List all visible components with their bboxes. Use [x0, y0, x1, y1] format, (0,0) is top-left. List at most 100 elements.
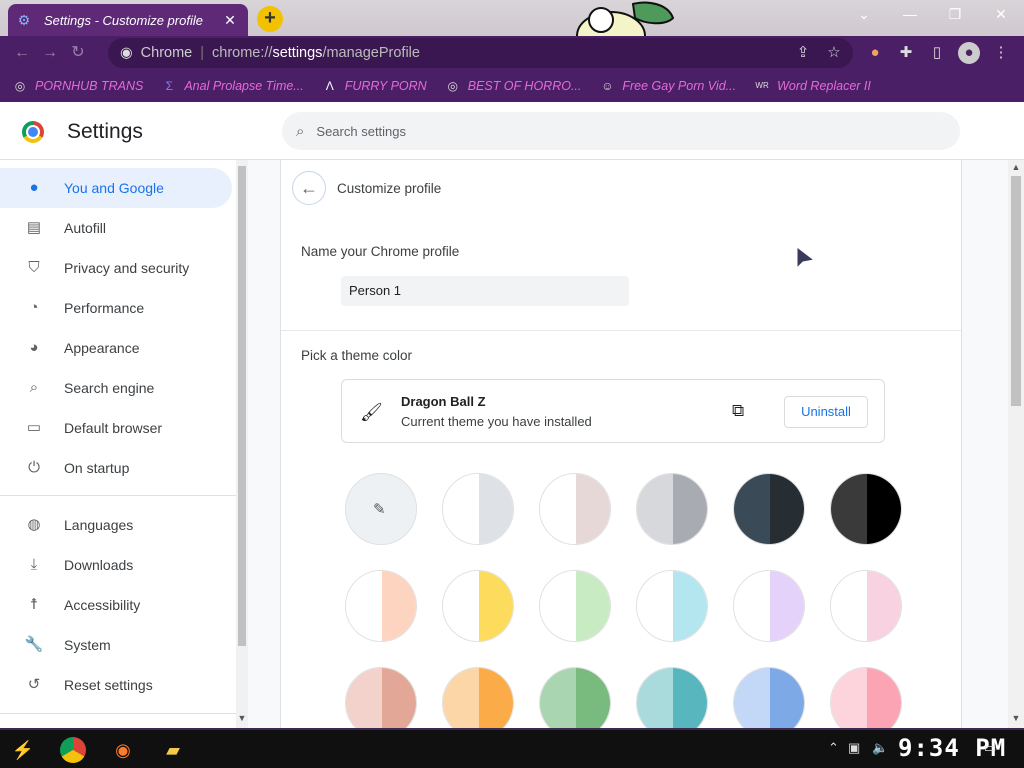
open-in-new-icon[interactable]: ⧉	[732, 401, 744, 421]
side-panel-icon[interactable]: ▯	[926, 42, 948, 64]
file-explorer-icon[interactable]: ▰	[158, 736, 188, 764]
swatch-right-half	[770, 571, 804, 641]
tray-chevron-icon[interactable]: ⌃	[828, 740, 839, 756]
theme-color-swatch[interactable]	[830, 473, 902, 545]
sidebar-item-appearance[interactable]: ◕ Appearance	[0, 328, 232, 368]
swatch-right-half	[382, 571, 416, 641]
close-window-icon[interactable]: ✕	[989, 6, 1013, 23]
url-prefix: chrome://	[212, 45, 273, 61]
theme-color-swatch[interactable]	[539, 667, 611, 728]
sidebar-item-on-startup[interactable]: ⏻ On startup	[0, 448, 232, 488]
theme-color-swatch[interactable]	[733, 570, 805, 642]
network-icon[interactable]: ▣	[848, 740, 860, 756]
firefox-taskbar-icon[interactable]: ◉	[108, 736, 138, 764]
start-button-icon[interactable]: ⚡	[8, 736, 38, 764]
scroll-down-arrow-icon[interactable]: ▼	[237, 713, 247, 723]
scroll-down-arrow-icon[interactable]: ▼	[1011, 713, 1021, 723]
swatch-left-half	[734, 668, 770, 728]
close-tab-icon[interactable]: ✕	[220, 12, 240, 29]
minimize-icon[interactable]: —	[898, 6, 922, 22]
profile-name-input[interactable]: Person 1	[341, 276, 629, 306]
sidebar-scrollbar[interactable]: ▼	[236, 160, 248, 728]
sidebar-scroll-thumb[interactable]	[238, 166, 246, 646]
bookmark-item[interactable]: ◎ PORNHUB TRANS	[12, 78, 144, 94]
reload-icon[interactable]: ↻	[64, 39, 92, 67]
theme-color-swatch[interactable]	[442, 473, 514, 545]
sidebar-item-privacy[interactable]: ⛉ Privacy and security	[0, 248, 232, 288]
subpage-title: Customize profile	[337, 181, 442, 196]
bookmark-item[interactable]: WR Word Replacer II	[754, 78, 870, 94]
swatch-left-half	[637, 474, 673, 544]
theme-color-swatch[interactable]	[442, 667, 514, 728]
sidebar-item-autofill[interactable]: ▤ Autofill	[0, 208, 232, 248]
sidebar-item-default-browser[interactable]: ▭ Default browser	[0, 408, 232, 448]
address-bar[interactable]: ◉ Chrome | chrome://settings/manageProfi…	[108, 38, 853, 68]
extensions-puzzle-icon[interactable]: ✚	[895, 42, 917, 64]
swatch-right-half	[867, 474, 901, 544]
sidebar-item-languages[interactable]: ◍ Languages	[0, 505, 232, 545]
theme-color-swatch[interactable]	[539, 473, 611, 545]
theme-color-label: Pick a theme color	[301, 348, 413, 363]
sidebar-item-system[interactable]: 🔧 System	[0, 625, 232, 665]
profile-avatar-icon[interactable]: ●	[958, 42, 980, 64]
installed-theme-row: 🖌 Dragon Ball Z Current theme you have i…	[341, 379, 885, 443]
theme-color-swatch[interactable]	[830, 570, 902, 642]
theme-color-swatch[interactable]	[830, 667, 902, 728]
main-scroll-thumb[interactable]	[1011, 176, 1021, 406]
sidebar-item-search-engine[interactable]: ⌕ Search engine	[0, 368, 232, 408]
main-scrollbar[interactable]: ▲ ▼	[1008, 160, 1024, 728]
minimize-tabs-icon[interactable]: ⌄	[852, 6, 876, 23]
theme-color-swatch[interactable]	[636, 570, 708, 642]
bookmark-item[interactable]: Σ Anal Prolapse Time...	[161, 78, 304, 94]
chrome-logo-icon	[22, 121, 44, 143]
person-icon: ●	[29, 179, 39, 196]
sidebar-item-reset-settings[interactable]: ↺ Reset settings	[0, 665, 232, 705]
swatch-left-half	[831, 668, 867, 728]
bookmark-item[interactable]: ☺ Free Gay Porn Vid...	[599, 78, 736, 94]
search-icon: ⌕	[296, 122, 305, 140]
swatch-left-half	[831, 571, 867, 641]
theme-name: Dragon Ball Z	[401, 394, 486, 409]
sidebar-item-performance[interactable]: ◔ Performance	[0, 288, 232, 328]
search-settings-input[interactable]: ⌕ Search settings	[282, 112, 960, 150]
customize-profile-card: ← Customize profile Name your Chrome pro…	[280, 160, 962, 728]
menu-kebab-icon[interactable]: ⋮	[990, 42, 1012, 64]
theme-color-swatch[interactable]	[345, 667, 417, 728]
theme-color-swatch[interactable]	[636, 473, 708, 545]
sidebar-item-accessibility[interactable]: ☨ Accessibility	[0, 585, 232, 625]
swatch-left-half	[734, 474, 770, 544]
bookmark-item[interactable]: Λ FURRY PORN	[322, 78, 427, 94]
new-tab-button[interactable]: +	[257, 6, 283, 32]
theme-color-swatch[interactable]	[733, 473, 805, 545]
shield-icon: ⛉	[28, 259, 40, 276]
swatch-right-half	[673, 474, 707, 544]
back-button[interactable]: ←	[292, 171, 326, 205]
mouse-cursor	[796, 246, 816, 270]
scroll-up-arrow-icon[interactable]: ▲	[1011, 162, 1021, 172]
browser-tab[interactable]: ⚙ Settings - Customize profile ✕	[8, 4, 248, 36]
back-arrow-icon[interactable]: ←	[8, 39, 36, 67]
chrome-taskbar-icon[interactable]	[60, 737, 86, 763]
extension-avatar-icon[interactable]: ●	[864, 42, 886, 64]
notification-icon[interactable]: ▭	[984, 740, 996, 756]
sidebar-item-you-and-google[interactable]: ● You and Google	[0, 168, 232, 208]
eyedropper-icon: ✎	[373, 501, 386, 518]
clipboard-icon: ▤	[26, 219, 42, 236]
search-icon: ⌕	[29, 379, 39, 396]
restore-icon[interactable]: ❐	[943, 6, 967, 23]
bookmark-item[interactable]: ◎ BEST OF HORRO...	[445, 78, 581, 94]
theme-color-swatch[interactable]	[733, 667, 805, 728]
paintbrush-icon: 🖌	[360, 402, 383, 422]
bookmark-star-icon[interactable]: ☆	[823, 42, 845, 64]
theme-color-swatch[interactable]	[345, 570, 417, 642]
theme-color-swatch[interactable]	[442, 570, 514, 642]
sidebar-item-downloads[interactable]: ⤓ Downloads	[0, 545, 232, 585]
uninstall-button[interactable]: Uninstall	[784, 396, 868, 428]
theme-color-swatch[interactable]	[636, 667, 708, 728]
volume-icon[interactable]: 🔈	[872, 740, 888, 756]
forward-arrow-icon[interactable]: →	[36, 39, 64, 67]
custom-color-picker[interactable]: ✎	[345, 473, 417, 545]
share-icon[interactable]: ⇪	[792, 42, 814, 64]
swatch-right-half	[479, 668, 513, 728]
theme-color-swatch[interactable]	[539, 570, 611, 642]
